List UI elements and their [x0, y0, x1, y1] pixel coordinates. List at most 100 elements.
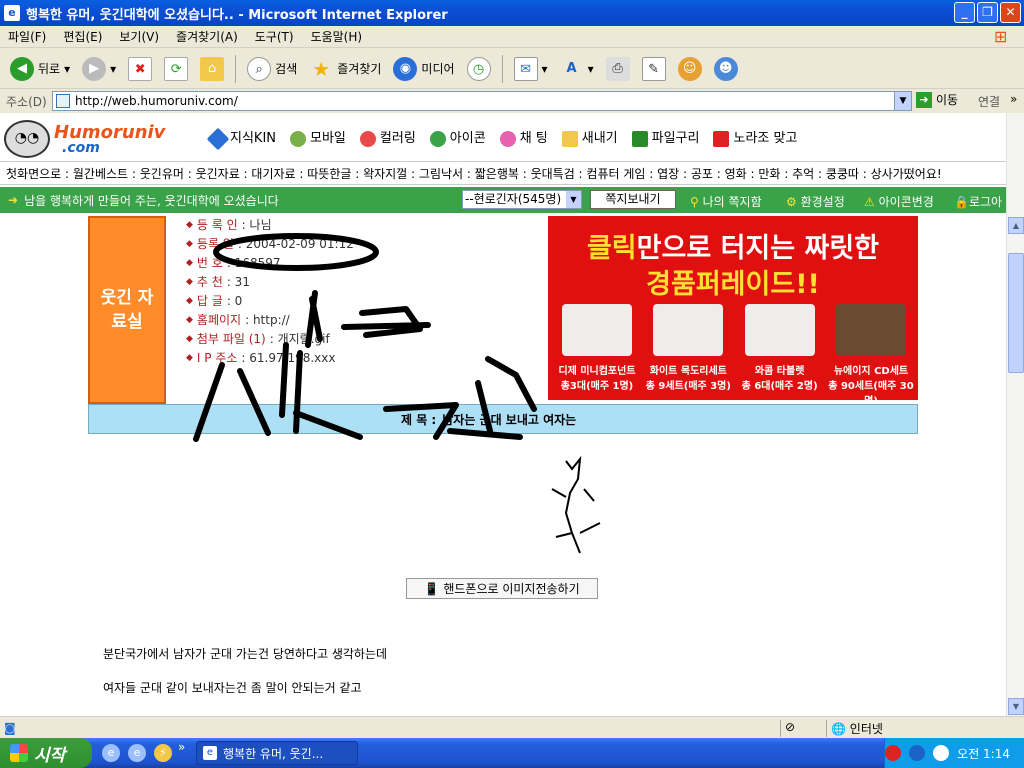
info-row: ◆ 등 록 인: 나님 [186, 216, 354, 235]
favorites-button[interactable]: ★ 즐겨찾기 [305, 55, 385, 83]
chevron-down-icon: ▼ [566, 191, 581, 208]
nav-item-coloring[interactable]: 컬러링 [359, 127, 416, 147]
post-body-line: 분단국가에서 남자가 군대 가는건 당연하다고 생각하는데 [103, 647, 388, 661]
coloring-icon [359, 130, 376, 147]
diamond-icon [206, 127, 230, 151]
menu-favorites[interactable]: 즐겨찾기(A) [176, 28, 238, 45]
contacts-button[interactable]: ☻ [710, 55, 742, 83]
post-info: ◆ 등 록 인: 나님 ◆ 등록 일: 2004-02-09 01:12 ◆ 번 호:… [186, 216, 354, 368]
tablet-image [744, 304, 815, 356]
logout-link[interactable]: 🔒로그아웃 [954, 193, 1006, 227]
go-arrow-icon: ➜ [916, 91, 932, 108]
history-button[interactable]: ◷ [463, 55, 495, 83]
ad-headline: 클릭만으로 터지는 짜릿한 [586, 233, 880, 264]
nav-item-newbie[interactable]: 새내기 [561, 127, 618, 147]
pencil-icon [561, 130, 578, 147]
home-icon: ⌂ [200, 56, 225, 81]
menu-edit[interactable]: 편집(E) [63, 28, 102, 45]
info-row: ◆ 추 천: 31 [186, 273, 354, 292]
links-button[interactable]: 연결 [978, 93, 1000, 110]
close-button[interactable]: ✕ [1000, 2, 1021, 23]
page-viewport: ◔◔ Humoruniv .com 지식KIN 모바일 컬러링 아이콘 채 팅 … [0, 113, 1006, 716]
media-button[interactable]: ◉ 미디어 [389, 55, 458, 83]
settings-link[interactable]: ⚙ 환경설정 [786, 193, 845, 210]
nav-item-icon[interactable]: 아이콘 [429, 127, 486, 147]
zone-cell: 🌐 인터넷 [826, 720, 1024, 737]
search-icon: ⌕ [247, 56, 272, 81]
scroll-down-button[interactable]: ▼ [1008, 698, 1024, 715]
site-logo[interactable]: ◔◔ Humoruniv .com [0, 114, 190, 160]
toolbar-separator [501, 54, 503, 83]
ie2-quicklaunch-icon[interactable]: e [128, 744, 146, 762]
toolbar: ◀ 뒤로 ▾ ▶ ▾ ✖ ⟳ ⌂ ⌕ 검색 ★ 즐겨찾기 ◉ 미디어 ◷ ✉ ▾ A ▾ ⎙… [0, 49, 1024, 89]
font-size-button[interactable]: A ▾ [556, 55, 598, 83]
tray-record-icon[interactable] [885, 745, 902, 761]
back-arrow-icon: ◀ [10, 56, 34, 81]
print-button[interactable]: ⎙ [602, 55, 634, 83]
menu-help[interactable]: 도움말(H) [311, 28, 363, 45]
ie-icon: e [4, 5, 20, 21]
attachment-link[interactable]: : 개지랄.gif [270, 330, 330, 349]
scroll-up-button[interactable]: ▲ [1008, 217, 1024, 234]
taskbar-item-ie[interactable]: e 행복한 유머, 웃긴... [196, 741, 358, 765]
menu-view[interactable]: 보기(V) [119, 28, 159, 45]
start-button[interactable]: 시작 [0, 738, 92, 768]
ad-subheadline: 경품퍼레이드!! [646, 269, 820, 300]
diamond-bullet-icon: ◆ [186, 296, 193, 306]
nav-item-file[interactable]: 파일구리 [631, 127, 699, 147]
refresh-button[interactable]: ⟳ [160, 55, 192, 83]
page-status-icon: ◙ [4, 720, 16, 735]
maximize-button[interactable]: ❐ [977, 2, 998, 23]
nav-item-mobile[interactable]: 모바일 [290, 127, 346, 147]
homepage-link[interactable]: : http:// [245, 311, 290, 330]
home-button[interactable]: ⌂ [196, 55, 228, 83]
key-icon: ⚲ [690, 195, 699, 209]
search-button[interactable]: ⌕ 검색 [243, 55, 301, 83]
phone-transfer-button[interactable]: 📱 핸드폰으로 이미지전송하기 [406, 578, 598, 599]
menu-tools[interactable]: 도구(T) [255, 28, 294, 45]
category-box[interactable]: 웃긴 자료실 [88, 216, 166, 404]
tray-volume-icon[interactable] [933, 745, 950, 761]
chat-bubble-icon [499, 130, 516, 147]
quicklaunch-chevron-icon[interactable]: » [178, 740, 185, 754]
minimize-button[interactable]: _ [954, 2, 975, 23]
icon-change-link[interactable]: ⚠ 아이콘변경 [864, 193, 934, 210]
my-messages-link[interactable]: ⚲ 나의 쪽지함 [690, 193, 762, 210]
arrow-icon: ➜ [8, 193, 19, 207]
forward-button[interactable]: ▶ ▾ [78, 55, 120, 83]
ie-icon: e [203, 746, 217, 760]
mail-button[interactable]: ✉ ▾ [510, 55, 552, 83]
logo-suffix: .com [62, 140, 100, 156]
send-message-button[interactable]: 쪽지보내기 [590, 190, 676, 209]
tray-back-icon[interactable] [909, 745, 926, 761]
nav-item-chat[interactable]: 채 팅 [499, 127, 548, 147]
scroll-thumb[interactable] [1008, 253, 1024, 373]
links-chevron-icon[interactable]: » [1010, 92, 1017, 106]
ie-quicklaunch-icon[interactable]: e [102, 744, 120, 762]
winamp-quicklaunch-icon[interactable]: ⚡ [154, 744, 172, 762]
globe-icon: 🌐 [831, 722, 846, 736]
address-input[interactable]: http://web.humoruniv.com/ ▼ [52, 91, 912, 111]
messenger-button[interactable]: ☺ [674, 55, 706, 83]
category-nav[interactable]: 첫화면으로 : 월간베스트 : 웃긴유머 : 웃긴자료 : 대기자료 : 따뜻한… [0, 161, 1006, 185]
address-dropdown-button[interactable]: ▼ [894, 92, 911, 110]
lock-icon: 🔒 [954, 195, 969, 209]
edit-button[interactable]: ✎ [638, 55, 670, 83]
stop-button[interactable]: ✖ [124, 55, 156, 83]
nav-item-gostop[interactable]: 노라조 맞고 [713, 127, 797, 147]
status-bar: ◙ ⊘ 🌐 인터넷 [0, 716, 1024, 738]
diamond-bullet-icon: ◆ [186, 220, 193, 230]
vertical-scrollbar[interactable]: ▲ ▼ [1006, 113, 1024, 716]
info-row: ◆ 홈페이지: http:// [186, 311, 354, 330]
nav-item-kin[interactable]: 지식KIN [206, 127, 276, 151]
post-body-line: 여자들 군대 같이 보내자는건 좀 말이 안되는거 같고 [103, 681, 362, 695]
ad-banner[interactable]: 클릭만으로 터지는 짜릿한 경품퍼레이드!! 디제 미니컴포넌트 총3대(매주 1… [548, 216, 918, 407]
info-row: ◆ 답 글: 0 [186, 292, 354, 311]
back-button[interactable]: ◀ 뒤로 ▾ [6, 55, 74, 83]
menu-file[interactable]: 파일(F) [8, 28, 46, 45]
scarf-image [653, 304, 724, 356]
online-users-select[interactable]: --현로긴자(545명) ▼ [462, 190, 582, 209]
refresh-icon: ⟳ [164, 56, 189, 81]
go-button[interactable]: ➜ 이동 [916, 91, 958, 108]
mobile-icon [290, 130, 307, 147]
